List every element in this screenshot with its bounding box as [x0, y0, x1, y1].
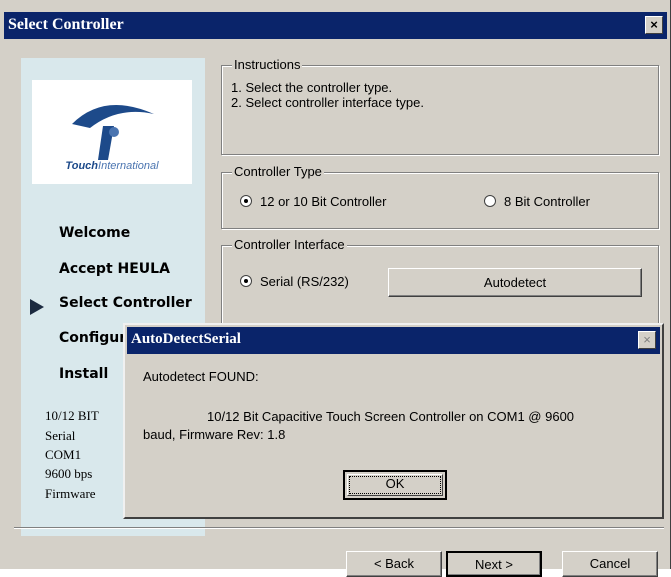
summary-baud: 9600 bps [45, 466, 93, 481]
step-configure: Configur [59, 330, 127, 346]
instruction-line: 1. Select the controller type. [231, 80, 393, 95]
current-step-arrow-icon [30, 299, 44, 315]
next-button[interactable]: Next > [446, 551, 542, 577]
back-button[interactable]: < Back [346, 551, 442, 577]
autodetect-dialog: AutoDetectSerial × Autodetect FOUND: 10/… [123, 323, 664, 519]
footer-separator [14, 527, 664, 529]
radio-8-bit-label[interactable]: 8 Bit Controller [504, 194, 590, 209]
title-bar[interactable]: Select Controller × [4, 12, 667, 39]
ok-button[interactable]: OK [343, 470, 447, 500]
summary-interface: Serial [45, 428, 76, 443]
summary-controller: 10/12 BIT [45, 408, 99, 423]
summary-firmware: Firmware [45, 486, 96, 501]
controller-type-legend: Controller Type [232, 164, 324, 179]
touch-international-logo: TouchInternational [32, 80, 192, 184]
dialog-title: AutoDetectSerial [131, 331, 241, 347]
dialog-message-line2: baud, Firmware Rev: 1.8 [143, 427, 286, 442]
logo-wordmark: TouchInternational [65, 160, 159, 172]
step-welcome: Welcome [59, 225, 131, 241]
radio-serial-label[interactable]: Serial (RS/232) [260, 274, 349, 289]
instruction-line: 2. Select controller interface type. [231, 95, 424, 110]
step-select-controller: Select Controller [59, 295, 192, 311]
dialog-message-line1: 10/12 Bit Capacitive Touch Screen Contro… [207, 409, 575, 424]
radio-12-10-bit-label[interactable]: 12 or 10 Bit Controller [260, 194, 386, 209]
close-icon: × [650, 17, 658, 32]
instructions-group: Instructions 1. Select the controller ty… [221, 57, 659, 155]
close-icon: × [643, 332, 651, 347]
radio-12-10-bit[interactable] [240, 195, 252, 207]
radio-serial[interactable] [240, 275, 252, 287]
controller-interface-legend: Controller Interface [232, 237, 347, 252]
autodetect-button[interactable]: Autodetect [388, 268, 642, 297]
window-title: Select Controller [8, 16, 124, 33]
instructions-text: 1. Select the controller type. 2. Select… [231, 80, 424, 110]
close-button[interactable]: × [645, 16, 663, 34]
ok-button-label[interactable]: OK [349, 476, 441, 494]
dialog-title-bar[interactable]: AutoDetectSerial × [127, 327, 660, 354]
controller-interface-group: Controller Interface Serial (RS/232) Aut… [221, 237, 659, 329]
instructions-legend: Instructions [232, 57, 303, 72]
summary-port: COM1 [45, 447, 82, 462]
step-install: Install [59, 366, 109, 382]
radio-8-bit[interactable] [484, 195, 496, 207]
controller-type-group: Controller Type 12 or 10 Bit Controller … [221, 164, 659, 229]
cancel-button[interactable]: Cancel [562, 551, 658, 577]
dialog-heading: Autodetect FOUND: [143, 369, 259, 384]
step-accept-heula: Accept HEULA [59, 261, 170, 277]
dialog-close-button[interactable]: × [638, 331, 656, 349]
